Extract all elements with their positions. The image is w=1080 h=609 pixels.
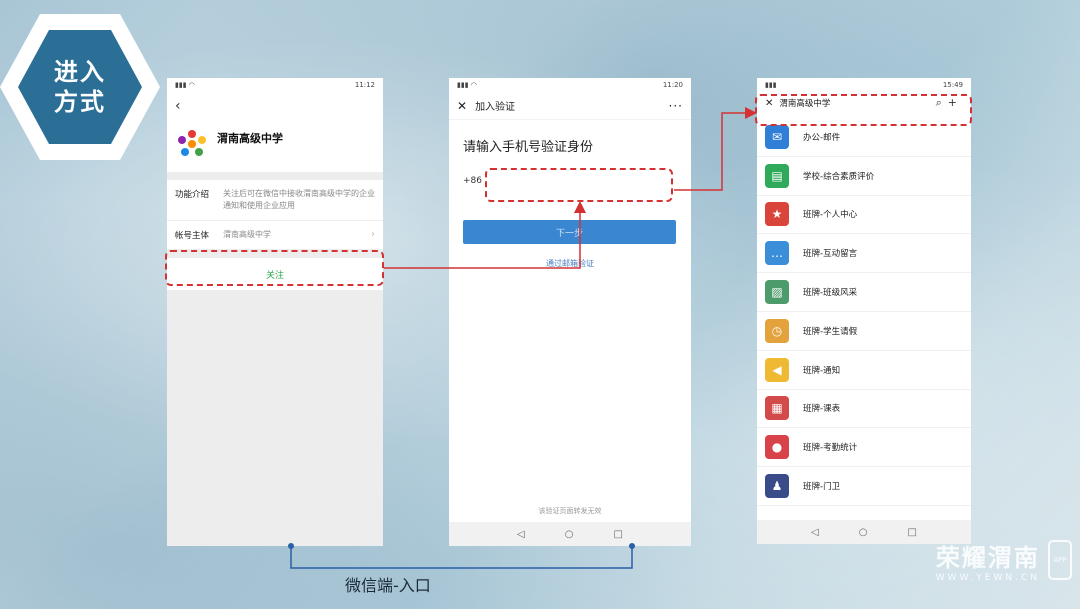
caption: 微信端-入口: [345, 576, 431, 595]
watermark-url: WWW.YEWN.CN: [935, 573, 1040, 583]
arrow-follow-to-input: [384, 201, 586, 269]
arrow-input-to-app: [674, 107, 757, 191]
watermark-app-icon: APP: [1048, 540, 1072, 580]
watermark-logo: 荣耀渭南 WWW.YEWN.CN APP: [935, 538, 1072, 583]
caption-bracket: [290, 546, 633, 569]
watermark-title: 荣耀渭南: [935, 544, 1040, 572]
connector-arrows: [288, 107, 757, 569]
